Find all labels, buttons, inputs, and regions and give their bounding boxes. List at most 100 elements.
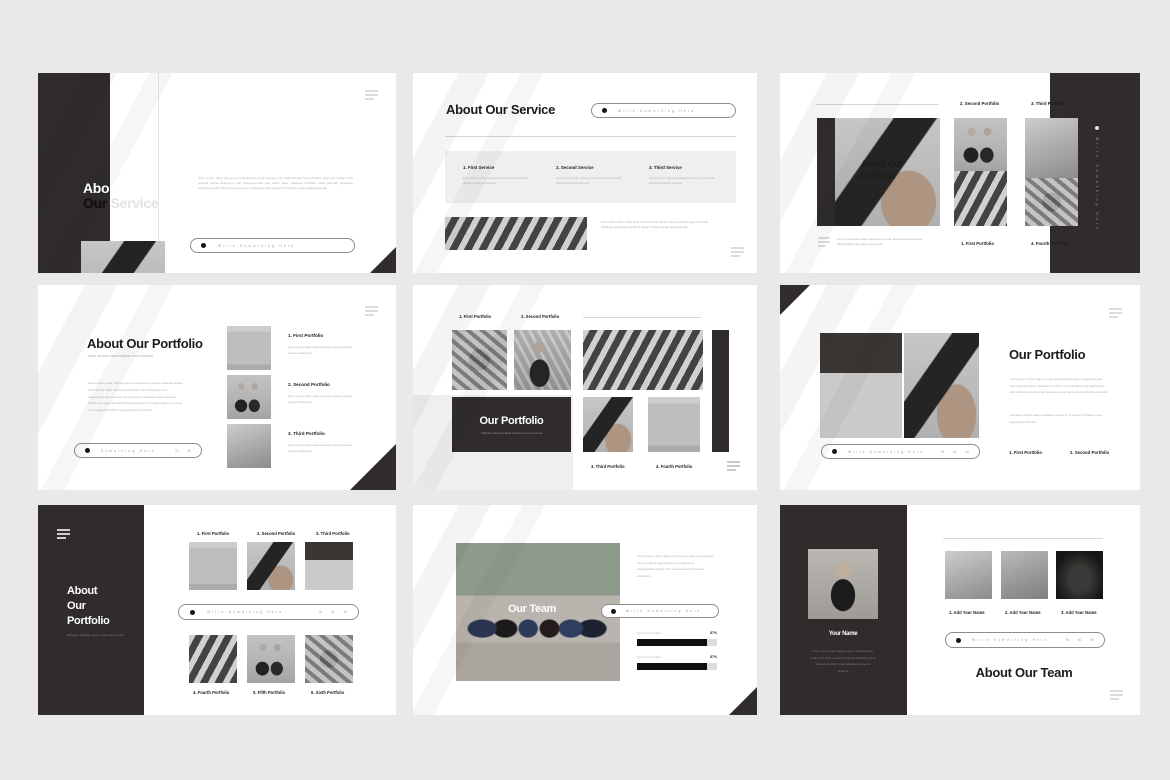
portfolio-thumb-4 [189,635,237,683]
slide-about-our-service-dark[interactable]: About Our Service lorem ipsum dolor sitq… [38,73,396,273]
portfolio-thumb-3 [305,542,353,590]
bullet-dot-icon [832,449,837,454]
write-something-button[interactable]: Write Something Here [591,103,736,118]
overlay-title-line1: About Our [861,159,903,169]
portfolio-caption-2: 2. Second Portfolio [257,531,296,536]
right-strip-dots: · · · · · · [718,342,721,417]
write-something-button[interactable]: Write Something Here 76 40 40 [945,632,1105,648]
portfolio-item-heading: 3. Third Portfolio [288,431,325,436]
portfolio-photo-wide [583,330,703,390]
slide-title-line1: About [83,180,122,196]
bullet-dot-icon [611,608,616,614]
slide-about-our-service-light[interactable]: About Our Service Write Something Here 1… [413,73,757,273]
top-rule [583,317,701,318]
service-item-2: 2. Second Service lorem ipsum dolor sita… [556,165,628,186]
something-here-button-main[interactable]: Something Here 76 40 [74,443,202,458]
stairs-photo [445,217,587,250]
slide-about-our-portfolio-six[interactable]: About Our Portfolio Mhuiatic ulacteau na… [38,505,396,715]
page-number: 40 [187,448,191,453]
stat-row-1: lorem ipsum dolor 87% [637,631,717,635]
button-label: Write Something Here [618,108,696,113]
page-number: 76 [940,449,944,454]
team-member-photo-1 [945,551,992,599]
slide-title-line2: Our Service [83,195,159,211]
button-label: Something Here [101,448,156,453]
top-rule [816,104,939,105]
page-number: 40 [952,449,957,454]
portfolio-photo-1 [954,171,1007,226]
overlay-subtitle: Mhuiatic ulacteau hanat sapienan anto ti… [481,431,543,435]
phone-hand-photo [904,333,979,438]
slide-paragraph: lorem ipsum dolor sitqmus amet consecutr… [88,381,183,413]
write-something-button[interactable]: Write Something Here [190,238,355,253]
page-number: 40 [1090,638,1094,642]
page-number: 76 [318,610,322,614]
hamburger-icon[interactable] [365,90,378,100]
slide-our-portfolio-grid[interactable]: 1. First Portfolio 2. Second Portfolio O… [413,285,757,490]
slide-subtitle: lorem ulacteau nasat sapienan anto tinci… [88,354,154,358]
page-numbers: 76 40 40 [318,610,347,614]
hamburger-icon[interactable] [365,306,378,316]
button-label: Write Something Here [218,243,296,248]
portfolio-thumb-1 [227,326,271,370]
hamburger-icon[interactable] [818,237,830,247]
page-numbers: 76 40 [175,449,191,453]
page-number: 76 [174,448,179,453]
portfolio-caption-1: 1. First Portfolio [459,314,492,319]
stat-label: lorem ipsum dolor [637,655,661,659]
hamburger-icon[interactable] [1110,690,1123,700]
portfolio-caption-4: 4. Fourth Portfolio [656,464,693,469]
slide-our-portfolio-right[interactable]: Our Portfolio lorem ipsum dolor sitanus … [780,285,1140,490]
team-member-photo-2 [1001,551,1048,599]
portfolio-thumb-3 [227,424,271,468]
portfolio-item-3: 3. Third Portfolio lorem ipsum dolor sit… [288,431,358,454]
hamburger-icon[interactable] [731,247,744,257]
left-strip-dots: · · · · · [823,129,826,191]
page-numbers: 76 40 40 [940,450,969,454]
slide-our-team[interactable]: Our Team lorem ipsum dolor sitatus ut ha… [413,505,757,715]
bullet-dot-icon [956,637,961,643]
slide-about-our-portfolio-list[interactable]: About Our Portfolio lorem ulacteau nasat… [38,285,396,490]
hamburger-icon[interactable] [727,461,740,471]
member-caption-3: 3. Add Your Name [1061,610,1097,615]
bullet-dot-icon [201,243,206,248]
button-label: Write Something Here [848,449,925,454]
write-something-button[interactable]: Write Something Here 76 40 40 [178,604,359,620]
portfolio-caption-2: 2. Second Portfolio [521,314,560,319]
portfolio-caption-3: 3. Third Portfolio [316,531,350,536]
service-item-1: 1. First Service lorem ipsum dolor sitac… [463,165,535,186]
portfolio-caption-4: 4. Fourth Portfolio [193,690,230,695]
portfolio-photo-4 [648,397,700,452]
page-numbers: 76 40 40 [1065,638,1094,642]
portfolio-thumb-5 [247,635,295,683]
portfolio-item-body: lorem ipsum dolor sitacstat amet consect… [288,345,352,355]
member-name: Your Name [828,631,858,637]
portfolio-caption-2: 2. Second Portfolio [1070,450,1110,455]
side-dot-icon [1095,126,1099,130]
portfolio-caption-6: 6. Sixth Portfolio [311,690,345,695]
member-portrait [808,549,878,619]
member-paragraph: lorem ipsum dolor sitacius amet consetbu… [810,649,876,673]
corner-triangle [370,247,396,273]
slide-subtitle: Mhuiatic ulacteau nanes cuqi anato antoa… [67,633,124,637]
bullet-dot-icon [190,609,195,615]
progress-bar-fill [637,639,707,646]
slide-paragraph-2: aliquatsi tebthiat etlues sedaces cursus… [1010,413,1103,424]
hamburger-icon[interactable] [57,529,70,539]
stat-value: 87% [710,655,717,659]
hamburger-icon[interactable] [1109,308,1122,318]
portfolio-thumb-6 [305,635,353,683]
dark-side-panel [38,505,144,715]
write-something-button[interactable]: Write Something Here 76 40 40 [821,444,980,459]
service-item-heading: 2. Second Service [556,165,594,170]
write-something-button[interactable]: Write Something Here [601,604,719,618]
bullet-dot-icon [85,448,90,453]
slide-about-our-team[interactable]: Your Name lorem ipsum dolor sitacius ame… [780,505,1140,715]
slide-title: Our Portfolio [1009,347,1086,362]
slide-about-our-portfolio-phone[interactable]: · · · · · About Our Portfolio 2. Second … [780,73,1140,273]
portfolio-item-body: lorem ipsum dolor sitacstat amet consect… [288,443,352,453]
page-number: 40 [343,610,347,614]
service-photo [81,241,165,273]
slide-paragraph: lorem ipsum dolor sitatus ut hansaus ame… [637,554,714,578]
slide-title: About Our Service [446,102,556,117]
